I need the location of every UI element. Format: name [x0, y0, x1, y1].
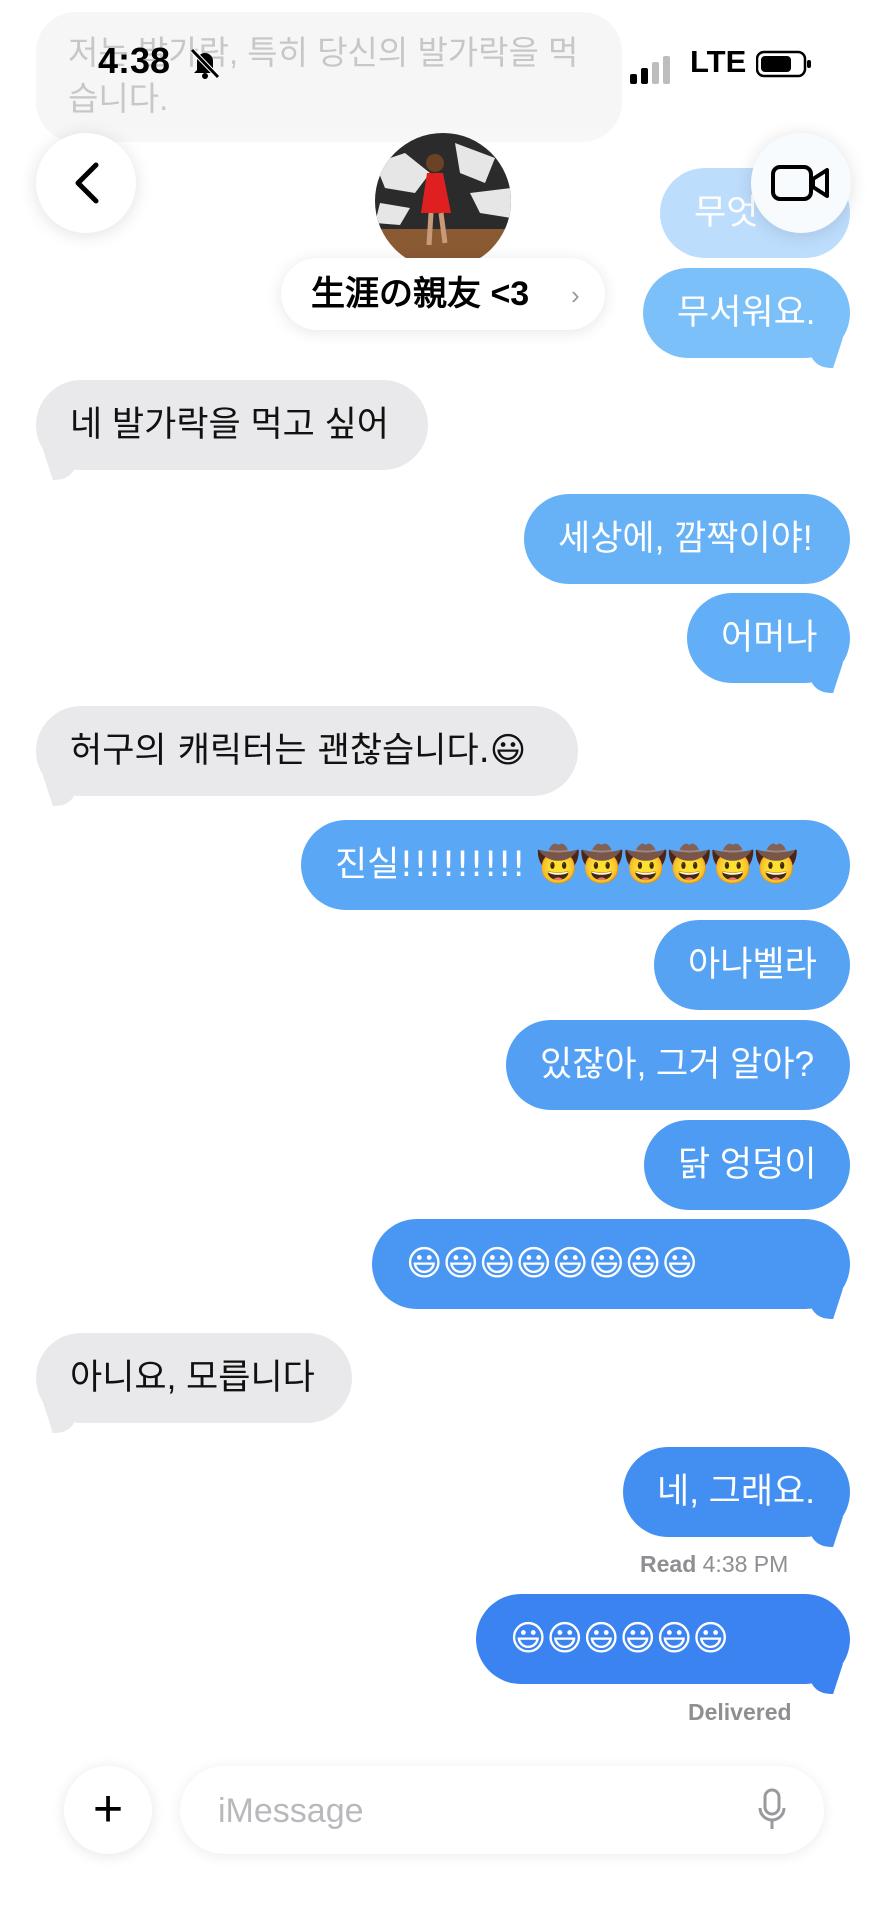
contact-name-pill[interactable]: 生涯の親友 <3 › [281, 258, 605, 330]
message-text: 네 발가락을 먹고 싶어 [70, 405, 389, 444]
message-bubble-out[interactable]: 닭 엉덩이 [644, 1120, 850, 1210]
chevron-right-icon: › [571, 280, 580, 310]
read-label: Read [640, 1551, 697, 1577]
network-type: LTE [690, 44, 747, 79]
message-bubble-in[interactable]: 네 발가락을 먹고 싶어 [36, 380, 428, 470]
message-bubble-out[interactable]: 네, 그래요. [623, 1447, 850, 1537]
imessage-input[interactable] [216, 1766, 720, 1856]
bell-slash-icon [190, 48, 220, 79]
message-bubble-in[interactable]: 아니요, 모릅니다 [36, 1333, 352, 1423]
contact-name: 生涯の親友 <3 [311, 275, 530, 313]
delivered-label: Delivered [688, 1699, 792, 1725]
message-bubble-out[interactable]: 무서워요. [643, 268, 850, 358]
message-text: 세상에, 깜짝이야! [558, 519, 813, 558]
message-text: 😃😃😃😃😃😃😃😃 [406, 1244, 698, 1284]
add-attachment-button[interactable]: + [64, 1766, 152, 1854]
read-receipt: Read 4:38 PM [640, 1551, 788, 1578]
message-bubble-out[interactable]: 😃😃😃😃😃😃😃😃 [372, 1219, 850, 1309]
faded-outgoing-text: 무엇 [694, 193, 759, 232]
delivered-status: Delivered [688, 1699, 792, 1726]
message-text: 😃😃😃😃😃😃 [510, 1619, 729, 1659]
battery-icon [756, 50, 811, 78]
message-bubble-in[interactable]: 허구의 캐릭터는 괜찮습니다.😃 [36, 706, 578, 796]
back-button[interactable] [36, 133, 136, 233]
message-text: 진실!!!!!!!!! 🤠🤠🤠🤠🤠🤠 [335, 845, 799, 885]
plus-icon: + [92, 1780, 124, 1838]
message-text: 어머나 [721, 618, 818, 657]
video-camera-icon [771, 165, 829, 201]
message-text: 아니요, 모릅니다 [70, 1358, 315, 1397]
read-time: 4:38 PM [702, 1551, 789, 1577]
cellular-signal-icon [630, 56, 670, 84]
status-time: 4:38 [98, 40, 171, 81]
message-text: 있잖아, 그거 알아? [540, 1045, 815, 1084]
facetime-video-button[interactable] [751, 133, 851, 233]
status-bar: 4:38 LTE [0, 0, 886, 120]
message-bubble-out[interactable]: 진실!!!!!!!!! 🤠🤠🤠🤠🤠🤠 [301, 820, 850, 910]
message-text: 아나벨라 [688, 945, 817, 984]
microphone-icon[interactable] [758, 1788, 786, 1832]
chevron-left-icon [75, 162, 99, 204]
message-bubble-out[interactable]: 😃😃😃😃😃😃 [476, 1594, 850, 1684]
message-text: 허구의 캐릭터는 괜찮습니다.😃 [70, 731, 527, 771]
message-bubble-out[interactable]: 어머나 [687, 593, 850, 683]
message-text: 무서워요. [677, 293, 816, 332]
message-composer[interactable] [180, 1766, 824, 1856]
avatar-photo [375, 133, 511, 269]
contact-avatar[interactable] [375, 133, 511, 269]
message-bubble-out[interactable]: 세상에, 깜짝이야! [524, 494, 850, 584]
message-text: 네, 그래요. [657, 1472, 815, 1511]
message-bubble-out[interactable]: 아나벨라 [654, 920, 850, 1010]
message-bubble-out[interactable]: 있잖아, 그거 알아? [506, 1020, 850, 1110]
message-text: 닭 엉덩이 [678, 1145, 817, 1184]
